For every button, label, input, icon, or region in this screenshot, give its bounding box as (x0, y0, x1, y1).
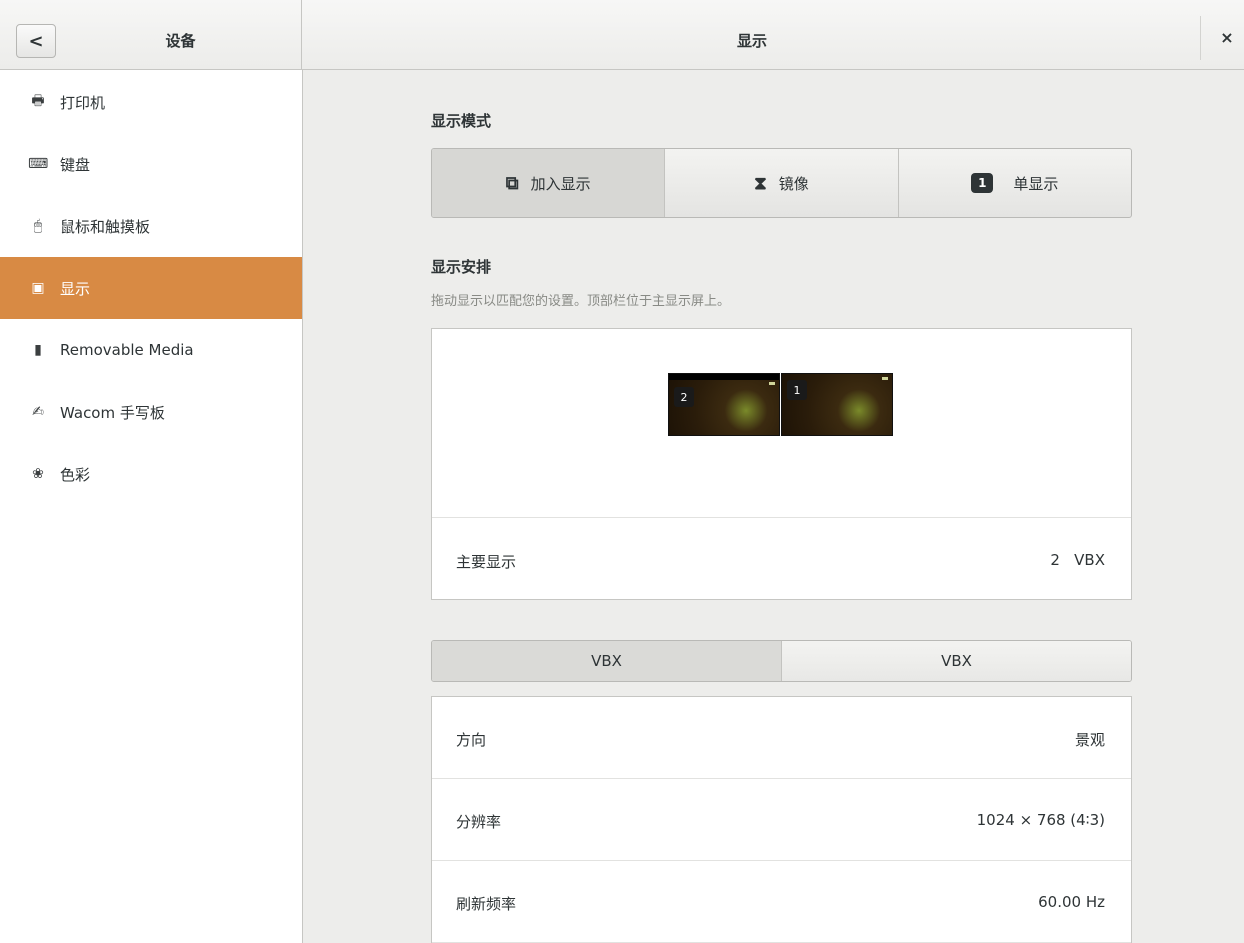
sidebar-title: 设备 (165, 32, 196, 50)
sidebar: 🖶 打印机 ⌨ 键盘 🖱 鼠标和触摸板 ▣ 显示 ▮ Removable Med… (0, 70, 303, 943)
close-icon: × (1220, 28, 1234, 47)
display-icon: ▣ (31, 280, 45, 296)
tab-monitor-2[interactable]: VBX (782, 641, 1131, 681)
refresh-rate-value: 60.00 Hz (1038, 893, 1105, 911)
sidebar-item-label: 色彩 (60, 465, 91, 484)
color-icon: ❀ (32, 466, 44, 482)
sidebar-item-wacom[interactable]: ✍ Wacom 手写板 (0, 381, 302, 443)
monitor-number: 2 (674, 387, 694, 407)
sidebar-item-label: 键盘 (60, 155, 91, 174)
sidebar-item-printers[interactable]: 🖶 打印机 (0, 71, 302, 133)
back-button[interactable]: < (16, 24, 56, 58)
mirror-button[interactable]: ⧗ 镜像 (665, 149, 899, 217)
monitor-settings-panel: 方向 景观 分辨率 1024 × 768 (4∶3) 刷新频率 60.00 Hz (431, 696, 1132, 943)
chevron-left-icon: < (28, 30, 44, 52)
primary-display-label: 主要显示 (456, 553, 517, 571)
refresh-rate-row[interactable]: 刷新频率 60.00 Hz (432, 861, 1131, 943)
mode-label: 加入显示 (530, 174, 591, 193)
display-mode-selector: ⧉ 加入显示 ⧗ 镜像 1 单显示 (431, 148, 1132, 218)
tablet-icon: ✍ (32, 404, 44, 420)
monitor-1-preview[interactable]: 1 (781, 373, 893, 436)
arrangement-panel: 2 1 主要显示 2 VBX (431, 328, 1132, 600)
keyboard-icon: ⌨ (28, 156, 49, 172)
join-display-button[interactable]: ⧉ 加入显示 (432, 149, 666, 217)
sidebar-item-label: Wacom 手写板 (60, 403, 165, 422)
mode-label: 镜像 (778, 174, 809, 193)
usb-icon: ▮ (34, 342, 42, 358)
monitor-top-bar (669, 374, 779, 380)
monitor-2-preview[interactable]: 2 (668, 373, 780, 436)
sidebar-item-label: 鼠标和触摸板 (60, 217, 151, 236)
mode-label: 单显示 (1013, 174, 1059, 193)
main-panel: 显示模式 ⧉ 加入显示 ⧗ 镜像 1 单显示 显示安排 拖动显示以匹配您的设置。… (303, 70, 1244, 943)
orientation-label: 方向 (456, 731, 487, 749)
sidebar-item-display[interactable]: ▣ 显示 (0, 257, 302, 319)
arrangement-title: 显示安排 (431, 258, 492, 276)
monitor-number: 1 (787, 380, 807, 400)
sidebar-item-keyboard[interactable]: ⌨ 键盘 (0, 133, 302, 195)
join-display-icon: ⧉ (505, 172, 519, 194)
tab-monitor-1[interactable]: VBX (432, 641, 782, 681)
monitor-corner-icon (769, 382, 775, 385)
header-bar: < 设备 显示 × (0, 0, 1244, 70)
display-mode-title: 显示模式 (431, 112, 492, 130)
monitor-corner-icon (882, 377, 888, 380)
single-display-button[interactable]: 1 单显示 (899, 149, 1131, 217)
refresh-rate-label: 刷新频率 (456, 895, 517, 913)
close-button[interactable]: × (1210, 28, 1244, 52)
sidebar-header: < 设备 (0, 0, 302, 69)
mouse-icon: 🖱 (33, 218, 43, 234)
resolution-label: 分辨率 (456, 813, 502, 831)
page-title: 显示 (736, 32, 767, 50)
orientation-row[interactable]: 方向 景观 (432, 697, 1131, 779)
sidebar-item-removable-media[interactable]: ▮ Removable Media (0, 319, 302, 381)
sidebar-item-color[interactable]: ❀ 色彩 (0, 443, 302, 505)
single-display-icon: 1 (971, 173, 994, 193)
sidebar-item-label: 打印机 (60, 93, 106, 112)
mirror-icon: ⧗ (754, 172, 767, 194)
header-separator (1200, 16, 1201, 60)
orientation-value: 景观 (1074, 731, 1105, 749)
arrangement-subtitle: 拖动显示以匹配您的设置。顶部栏位于主显示屏上。 (431, 294, 731, 309)
sidebar-item-label: 显示 (60, 279, 91, 298)
resolution-value: 1024 × 768 (4∶3) (976, 811, 1105, 829)
sidebar-item-label: Removable Media (60, 341, 194, 359)
divider (432, 517, 1131, 518)
monitor-tabs: VBX VBX (431, 640, 1132, 682)
resolution-row[interactable]: 分辨率 1024 × 768 (4∶3) (432, 779, 1131, 861)
primary-display-value[interactable]: 2 VBX (1050, 551, 1105, 569)
sidebar-item-mouse[interactable]: 🖱 鼠标和触摸板 (0, 195, 302, 257)
printer-icon: 🖶 (31, 93, 45, 109)
